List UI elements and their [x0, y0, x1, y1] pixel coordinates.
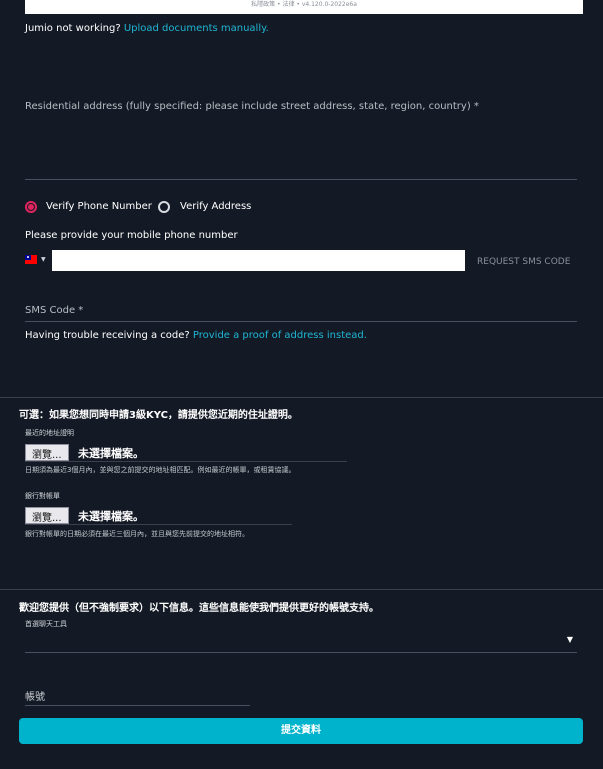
section-divider	[0, 397, 603, 398]
request-sms-code-button[interactable]: REQUEST SMS CODE	[477, 257, 570, 267]
verify-phone-label: Verify Phone Number	[46, 201, 152, 212]
bank-statement-hint: 銀行對帳單的日期必須在最近三個月內，並且與您先前提交的地址相符。	[25, 530, 249, 538]
section-divider-2	[0, 589, 603, 590]
radio-selected-icon[interactable]	[25, 201, 37, 213]
bank-statement-browse-button[interactable]: 瀏覽...	[25, 507, 69, 524]
proof-of-address-link[interactable]: Provide a proof of address instead.	[193, 330, 367, 341]
recent-address-browse-button[interactable]: 瀏覽...	[25, 444, 69, 461]
recent-address-label: 最近的地址證明	[25, 429, 74, 437]
submit-button[interactable]: 提交資料	[19, 718, 583, 744]
radio-empty-icon[interactable]	[158, 201, 170, 213]
phone-prompt: Please provide your mobile phone number	[25, 230, 238, 241]
recent-address-no-file: 未選擇檔案。	[78, 447, 144, 460]
sms-code-label: SMS Code *	[25, 305, 84, 316]
residential-address-field[interactable]	[25, 179, 577, 180]
trouble-text: Having trouble receiving a code?	[25, 330, 190, 341]
bank-statement-underline	[25, 524, 292, 525]
chat-tool-underline	[25, 652, 577, 653]
jumio-not-working-text: Jumio not working?	[25, 23, 121, 34]
optional-kyc-heading: 可選：如果您想同時申請3級KYC，請提供您近期的住址證明。	[19, 410, 298, 421]
bank-statement-no-file: 未選擇檔案。	[78, 510, 144, 523]
chevron-down-icon[interactable]: ▼	[41, 256, 46, 263]
chat-tool-select[interactable]: ▼	[25, 630, 577, 652]
jumio-row: Jumio not working? Upload documents manu…	[25, 23, 269, 34]
verify-address-label: Verify Address	[180, 201, 252, 212]
top-footer-strip: 私隱政策 • 法律 • v4.120.0-2022e6a	[25, 0, 583, 14]
verify-phone-option[interactable]: Verify Phone Number	[25, 201, 155, 215]
account-field[interactable]	[25, 705, 250, 706]
sms-code-field[interactable]	[25, 321, 577, 322]
phone-input[interactable]	[52, 250, 465, 271]
recent-address-hint: 日期須為最近3個月內，並與您之前提交的地址相匹配。例如最近的帳單，或租賃協議。	[25, 466, 296, 474]
trouble-row: Having trouble receiving a code? Provide…	[25, 330, 367, 341]
dropdown-arrow-icon[interactable]: ▼	[567, 635, 573, 644]
extra-info-heading: 歡迎您提供（但不強制要求）以下信息。這些信息能使我們提供更好的帳號支持。	[19, 603, 379, 614]
recent-address-underline	[25, 461, 347, 462]
verify-address-option[interactable]: Verify Address	[158, 201, 258, 215]
taiwan-flag-icon[interactable]	[25, 255, 37, 264]
account-label: 帳號	[25, 692, 45, 703]
chat-tool-label: 首選聊天工具	[25, 620, 67, 628]
residential-address-label: Residential address (fully specified: pl…	[25, 101, 479, 112]
upload-documents-link[interactable]: Upload documents manually.	[124, 23, 269, 34]
bank-statement-label: 銀行對帳單	[25, 492, 60, 500]
